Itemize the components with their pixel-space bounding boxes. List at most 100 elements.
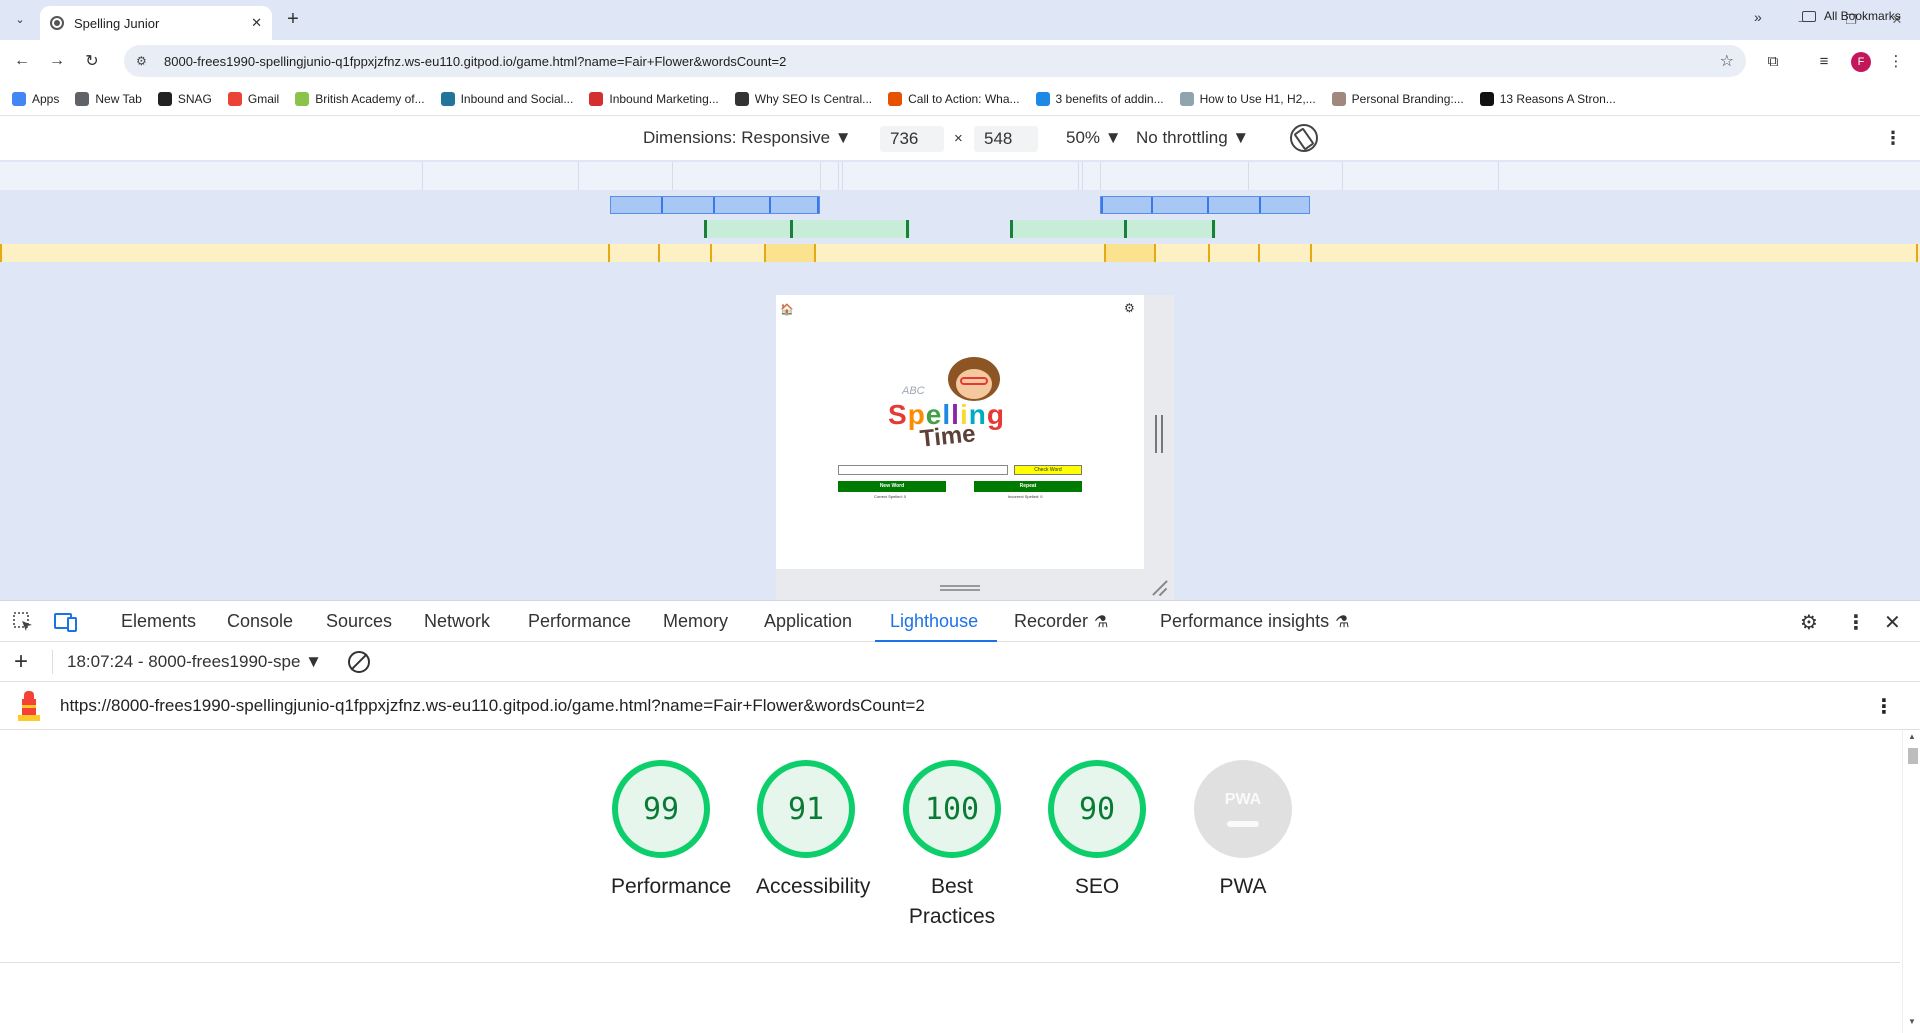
devtools-menu-icon[interactable]: ⋮ <box>1846 610 1866 635</box>
height-input[interactable]: 548 <box>974 126 1038 152</box>
bookmark-favicon-icon <box>734 91 749 106</box>
repeat-button[interactable]: Repeat <box>974 481 1082 492</box>
bookmark-item[interactable]: New Tab <box>75 91 142 106</box>
tab-search-chevron-icon[interactable]: ⌄ <box>8 7 32 31</box>
bookmark-star-icon[interactable]: ☆ <box>1720 51 1734 71</box>
bookmark-item[interactable]: SNAG <box>157 91 212 106</box>
emulated-viewport-area: 🏠 ⚙ ABC Spelling Time Check Word New Wor… <box>0 262 1920 601</box>
gauge-label: PWA <box>1219 875 1267 898</box>
throttling-dropdown[interactable]: No throttling ▼ <box>1136 128 1249 148</box>
new-word-button[interactable]: New Word <box>838 481 946 492</box>
width-resize-handle[interactable] <box>1155 415 1163 453</box>
min-width-query-bar[interactable] <box>0 244 1920 262</box>
rotate-icon[interactable] <box>1290 124 1318 152</box>
device-toolbar-toggle-icon[interactable] <box>54 611 77 633</box>
extensions-icon[interactable]: ⧉ <box>1761 49 1785 73</box>
gauge-seo[interactable]: 90 SEO <box>1047 760 1147 902</box>
report-selector[interactable]: 18:07:24 - 8000-frees1990-spe ▼ <box>67 652 322 672</box>
scroll-down-icon[interactable]: ▼ <box>1908 1017 1916 1026</box>
bookmarks-overflow-icon[interactable]: » <box>1754 9 1762 25</box>
site-info-icon[interactable]: ⚙ <box>136 54 152 68</box>
device-frame: 🏠 ⚙ ABC Spelling Time Check Word New Wor… <box>776 295 1174 601</box>
gauge-best-practices[interactable]: 100 Best Practices <box>902 760 1002 932</box>
ruler-row[interactable] <box>0 162 1920 190</box>
max-width-query-bar[interactable] <box>610 196 820 214</box>
emulated-page: 🏠 ⚙ ABC Spelling Time Check Word New Wor… <box>776 295 1144 569</box>
tab-close-icon[interactable]: ✕ <box>251 15 262 31</box>
profile-avatar[interactable]: F <box>1851 52 1871 72</box>
back-icon[interactable]: ← <box>10 49 34 73</box>
tab-lighthouse[interactable]: Lighthouse <box>890 611 978 632</box>
lighthouse-toolbar: + 18:07:24 - 8000-frees1990-spe ▼ <box>0 642 1920 682</box>
pwa-badge: PWA <box>1194 760 1292 858</box>
home-icon[interactable]: 🏠 <box>780 303 794 316</box>
bookmark-favicon-icon <box>1331 91 1346 106</box>
clear-reports-icon[interactable] <box>348 651 370 673</box>
check-word-button[interactable]: Check Word <box>1014 465 1082 475</box>
min-max-query-bar[interactable] <box>1010 220 1216 238</box>
min-max-query-bar[interactable] <box>704 220 910 238</box>
bookmark-label: Call to Action: Wha... <box>908 91 1020 106</box>
gauge-accessibility[interactable]: 91 Accessibility <box>756 760 870 902</box>
bookmark-item[interactable]: British Academy of... <box>295 91 425 106</box>
report-url[interactable]: https://8000-frees1990-spellingjunio-q1f… <box>60 696 925 716</box>
bookmark-item[interactable]: 13 Reasons A Stron... <box>1479 91 1616 106</box>
media-controls-icon[interactable]: ≡ <box>1812 49 1836 73</box>
bookmark-item[interactable]: Apps <box>12 91 59 106</box>
bookmark-item[interactable]: Call to Action: Wha... <box>888 91 1020 106</box>
scroll-up-icon[interactable]: ▲ <box>1908 732 1916 741</box>
bookmark-item[interactable]: Inbound and Social... <box>440 91 573 106</box>
address-bar[interactable]: ⚙ 8000-frees1990-spellingjunio-q1fppxjzf… <box>124 45 1746 77</box>
inspect-element-icon[interactable] <box>12 611 34 633</box>
gauge-pwa[interactable]: PWA PWA <box>1193 760 1293 902</box>
spelling-time-logo: ABC Spelling Time <box>886 355 1032 453</box>
devtools-close-icon[interactable]: ✕ <box>1884 610 1901 635</box>
bookmark-item[interactable]: How to Use H1, H2,... <box>1179 91 1316 106</box>
forward-icon[interactable]: → <box>45 49 69 73</box>
bookmark-favicon-icon <box>227 91 242 106</box>
dimensions-dropdown[interactable]: Dimensions: Responsive ▼ <box>643 128 852 148</box>
bookmark-item[interactable]: Inbound Marketing... <box>589 91 719 106</box>
bookmark-favicon-icon <box>12 91 26 106</box>
browser-tab[interactable]: Spelling Junior ✕ <box>40 6 272 40</box>
tab-elements[interactable]: Elements <box>121 611 196 632</box>
corner-resize-handle[interactable] <box>1150 579 1168 597</box>
tab-performance-insights-label: Performance insights <box>1160 611 1330 631</box>
reload-icon[interactable]: ↻ <box>80 49 104 73</box>
report-menu-icon[interactable]: ⋮ <box>1874 694 1894 719</box>
chrome-menu-icon[interactable]: ⋮ <box>1884 49 1908 73</box>
tab-recorder[interactable]: Recorder ⚗ <box>1014 611 1108 632</box>
bookmark-label: 3 benefits of addin... <box>1055 91 1164 106</box>
tab-memory[interactable]: Memory <box>663 611 728 632</box>
toolbar-divider <box>52 650 53 674</box>
bookmark-item[interactable]: 3 benefits of addin... <box>1035 91 1164 106</box>
zoom-dropdown[interactable]: 50% ▼ <box>1066 128 1122 148</box>
word-input[interactable] <box>838 465 1008 475</box>
new-report-icon[interactable]: + <box>14 648 28 676</box>
bookmark-item[interactable]: Why SEO Is Central... <box>734 91 872 106</box>
tab-strip: ⌄ Spelling Junior ✕ + — ❐ ✕ <box>0 0 1920 40</box>
height-resize-handle[interactable] <box>940 585 980 591</box>
all-bookmarks-button[interactable]: All Bookmarks <box>1802 9 1901 23</box>
tab-performance-insights[interactable]: Performance insights ⚗ <box>1160 611 1349 632</box>
bookmark-item[interactable]: Gmail <box>227 91 279 106</box>
tab-console[interactable]: Console <box>227 611 293 632</box>
tab-performance[interactable]: Performance <box>528 611 631 632</box>
scroll-thumb[interactable] <box>1908 748 1918 764</box>
new-tab-button[interactable]: + <box>282 8 304 30</box>
address-url[interactable]: 8000-frees1990-spellingjunio-q1fppxjzfnz… <box>164 54 1720 69</box>
gauge-performance[interactable]: 99 Performance <box>611 760 731 902</box>
settings-icon[interactable]: ⚙ <box>1124 301 1135 315</box>
max-width-query-bar[interactable] <box>1100 196 1310 214</box>
tab-sources[interactable]: Sources <box>326 611 392 632</box>
bookmark-favicon-icon <box>1479 91 1494 106</box>
bookmark-item[interactable]: Personal Branding:... <box>1331 91 1464 106</box>
bookmark-label: SNAG <box>177 91 212 106</box>
logo-glasses <box>960 377 988 385</box>
tab-application[interactable]: Application <box>764 611 852 632</box>
tab-network[interactable]: Network <box>424 611 490 632</box>
report-scrollbar[interactable]: ▲ ▼ <box>1902 730 1920 1033</box>
devtools-settings-icon[interactable]: ⚙ <box>1800 610 1818 635</box>
device-options-icon[interactable]: ⋮ <box>1884 128 1902 149</box>
width-input[interactable]: 736 <box>880 126 944 152</box>
